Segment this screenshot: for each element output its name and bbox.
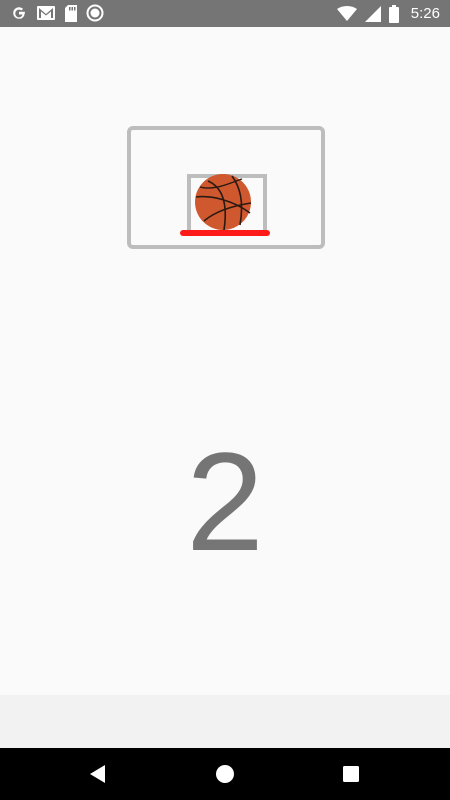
home-button[interactable] — [213, 762, 237, 786]
basketball-icon — [195, 174, 252, 231]
battery-icon — [388, 4, 399, 23]
recents-button[interactable] — [339, 762, 363, 786]
score-display: 2 — [186, 423, 264, 580]
cell-signal-icon — [364, 5, 381, 22]
back-button[interactable] — [86, 762, 110, 786]
record-icon — [86, 4, 104, 22]
recents-icon — [343, 766, 359, 782]
bottom-strip — [0, 695, 450, 748]
status-left-icons — [10, 4, 104, 22]
hoop-rim — [180, 230, 270, 236]
gmail-icon — [36, 5, 56, 21]
status-bar: 5:26 — [0, 0, 450, 27]
wifi-icon — [336, 5, 357, 22]
status-right-icons: 5:26 — [336, 4, 440, 23]
sd-card-icon — [64, 4, 78, 22]
google-icon — [10, 4, 28, 22]
home-icon — [216, 765, 234, 783]
game-area[interactable]: 2 — [0, 27, 450, 695]
back-icon — [90, 765, 105, 783]
status-time: 5:26 — [410, 5, 440, 22]
navigation-bar — [0, 748, 450, 800]
basketball[interactable] — [194, 173, 252, 231]
